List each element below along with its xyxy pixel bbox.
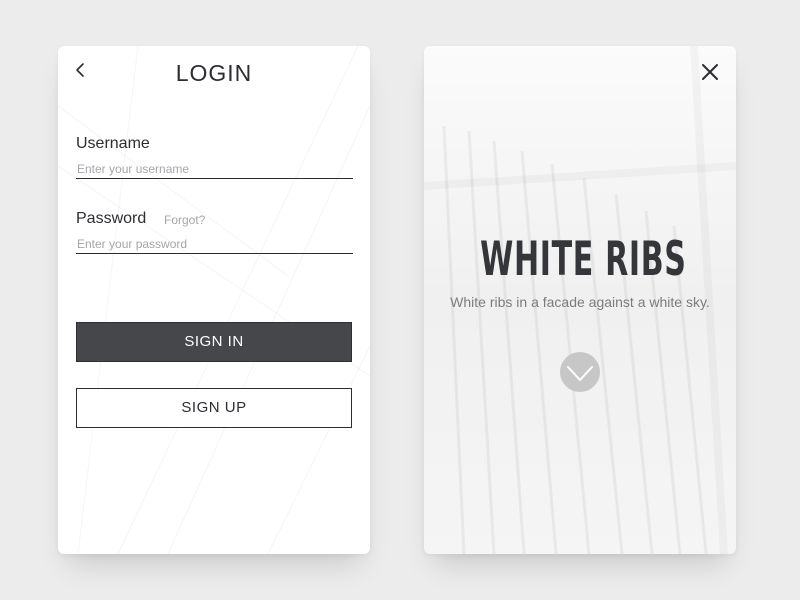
scroll-down-button[interactable]: [560, 352, 600, 392]
password-input[interactable]: [76, 235, 353, 254]
hero-title: WHITE RIBS: [480, 232, 687, 287]
close-icon: [702, 64, 718, 80]
sign-up-button[interactable]: SIGN UP: [76, 388, 352, 428]
page-title: LOGIN: [175, 60, 253, 86]
hero-card: WHITE RIBS White ribs in a facade agains…: [424, 46, 736, 554]
username-label: Username: [76, 135, 150, 152]
close-button[interactable]: [698, 60, 722, 84]
login-card: LOGIN Username Password Forgot? SIGN IN …: [58, 46, 370, 554]
background-lines: [58, 46, 370, 554]
hero-subtitle: White ribs in a facade against a white s…: [450, 294, 710, 310]
username-input[interactable]: [76, 160, 353, 179]
sign-in-button[interactable]: SIGN IN: [76, 322, 352, 362]
password-label: Password: [76, 210, 147, 227]
forgot-password-link[interactable]: Forgot?: [164, 214, 205, 226]
chevron-down-icon: [567, 366, 593, 381]
